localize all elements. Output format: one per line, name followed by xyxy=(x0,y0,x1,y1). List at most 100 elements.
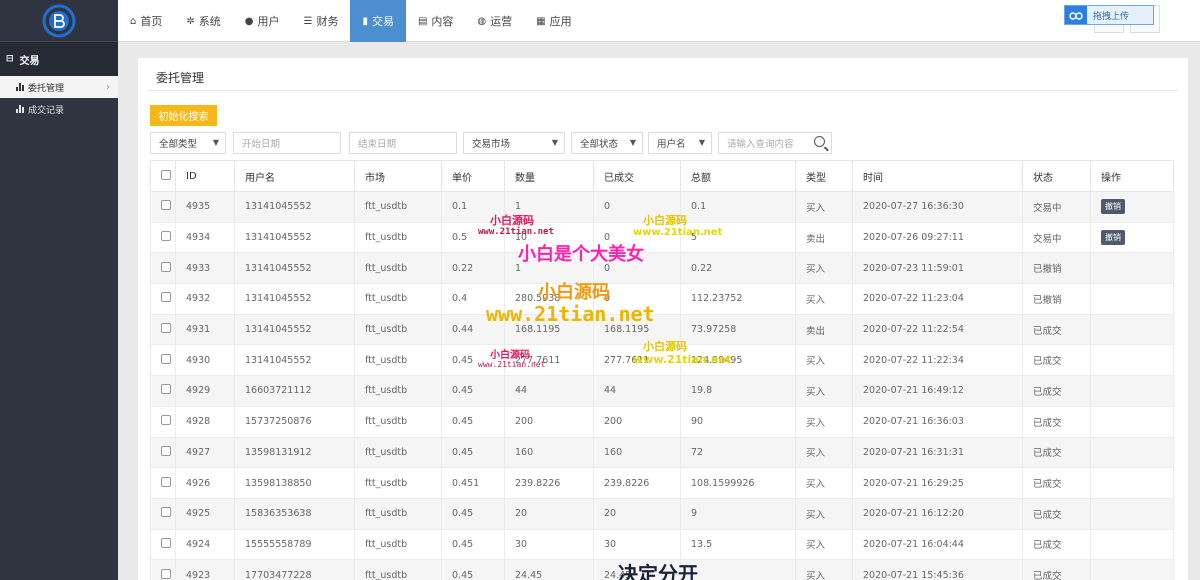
col-header[interactable]: 用户名 xyxy=(234,160,355,192)
row-select-cell[interactable] xyxy=(150,313,176,346)
col-header[interactable]: 总额 xyxy=(680,160,796,192)
cell-filled: 200 xyxy=(593,405,681,438)
select-all-cell[interactable] xyxy=(150,160,176,192)
row-checkbox[interactable] xyxy=(161,231,171,242)
row-checkbox[interactable] xyxy=(161,261,171,272)
cell-total: 0.22 xyxy=(680,252,796,285)
nav-trade[interactable]: ▮ 交易 xyxy=(350,0,406,42)
reset-search-button[interactable]: 初始化搜索 xyxy=(150,105,217,126)
bar-chart-icon: ▮ xyxy=(362,15,368,27)
cell-user: 13598138850 xyxy=(234,467,355,499)
cell-market: ftt_usdtb xyxy=(354,313,442,346)
nav-finance[interactable]: ☰ 财务 xyxy=(291,0,350,42)
cell-type: 卖出 xyxy=(795,221,853,254)
cell-type: 买入 xyxy=(795,283,853,315)
cell-market: ftt_usdtb xyxy=(354,191,442,223)
cell-time: 2020-07-21 15:45:36 xyxy=(852,559,1023,580)
field-select[interactable]: 用户名 ▼ xyxy=(648,132,712,154)
sidebar-item-orders[interactable]: 委托管理 › xyxy=(0,76,118,98)
col-header[interactable]: 已成交 xyxy=(593,160,681,192)
sidebar-section-trade[interactable]: ⊟ 交易 xyxy=(0,42,118,76)
row-select-cell[interactable] xyxy=(150,283,176,315)
watermark-text: 小白源码 xyxy=(538,282,610,303)
cancel-order-button[interactable]: 撤销 xyxy=(1101,230,1125,246)
search-icon[interactable] xyxy=(814,136,825,147)
row-select-cell[interactable] xyxy=(150,528,176,561)
upload-label: 拖拽上传 xyxy=(1093,11,1130,22)
row-checkbox[interactable] xyxy=(161,476,171,487)
table-row[interactable]: 4925 15836353638 ftt_usdtb 0.45 20 20 9 买入 2020-… xyxy=(150,497,1174,530)
row-checkbox[interactable] xyxy=(161,292,171,303)
select-all-checkbox[interactable] xyxy=(161,169,171,180)
row-select-cell[interactable] xyxy=(150,405,176,438)
row-select-cell[interactable] xyxy=(150,344,176,377)
nav-system[interactable]: ✲ 系统 xyxy=(174,0,232,42)
col-header[interactable]: 市场 xyxy=(354,160,442,192)
table-row[interactable]: 4933 13141045552 ftt_usdtb 0.22 1 0 0.22 买入 2020… xyxy=(150,252,1174,285)
col-header[interactable]: 类型 xyxy=(795,160,853,192)
col-header[interactable]: ID xyxy=(175,160,235,192)
row-checkbox[interactable] xyxy=(161,537,171,548)
cell-total: 19.8 xyxy=(680,375,796,407)
cell-status: 已成交 xyxy=(1022,375,1091,407)
row-select-cell[interactable] xyxy=(150,221,176,254)
col-header[interactable]: 数量 xyxy=(504,160,594,192)
cell-filled: 239.8226 xyxy=(593,467,681,499)
cancel-order-button[interactable]: 撤销 xyxy=(1101,199,1125,215)
col-header[interactable]: 单价 xyxy=(441,160,505,192)
cell-status: 已成交 xyxy=(1022,497,1091,530)
nav-apps[interactable]: ▦ 应用 xyxy=(524,0,583,42)
sidebar-item-deals[interactable]: 成交记录 xyxy=(0,98,118,120)
row-checkbox[interactable] xyxy=(161,415,171,426)
cell-market: ftt_usdtb xyxy=(354,528,442,561)
table-row[interactable]: 4927 13598131912 ftt_usdtb 0.45 160 160 72 买入 20… xyxy=(150,436,1174,469)
nav-home[interactable]: ⌂ 首页 xyxy=(118,0,174,42)
cell-id: 4928 xyxy=(175,405,235,438)
nav-content[interactable]: ▤ 内容 xyxy=(406,0,465,42)
cell-total: 0.1 xyxy=(680,191,796,223)
cell-action xyxy=(1090,467,1174,499)
market-select[interactable]: 交易市场 ▼ xyxy=(463,132,565,154)
table-row[interactable]: 4929 16603721112 ftt_usdtb 0.45 44 44 19.8 买入 20… xyxy=(150,375,1174,407)
table-row[interactable]: 4926 13598138850 ftt_usdtb 0.451 239.8226 239… xyxy=(150,467,1174,499)
row-checkbox[interactable] xyxy=(161,323,171,334)
cell-market: ftt_usdtb xyxy=(354,405,442,438)
upload-button[interactable]: 拖拽上传 xyxy=(1064,5,1154,25)
status-select[interactable]: 全部状态 ▼ xyxy=(571,132,643,154)
row-checkbox[interactable] xyxy=(161,445,171,456)
cell-action xyxy=(1090,313,1174,346)
row-select-cell[interactable] xyxy=(150,467,176,499)
start-date-input[interactable]: 开始日期 xyxy=(233,132,341,154)
row-checkbox[interactable] xyxy=(161,507,171,518)
row-checkbox[interactable] xyxy=(161,353,171,364)
cell-time: 2020-07-22 11:22:34 xyxy=(852,344,1023,377)
row-select-cell[interactable] xyxy=(150,497,176,530)
logo[interactable] xyxy=(0,0,118,42)
cell-total: 73.97258 xyxy=(680,313,796,346)
cell-user: 13141045552 xyxy=(234,283,355,315)
subtitle-text: 决定分开 xyxy=(618,562,698,580)
col-header[interactable]: 状态 xyxy=(1022,160,1091,192)
row-checkbox[interactable] xyxy=(161,200,171,211)
table-header-row: ID 用户名 市场 单价 数量 已成交 总额 类型 时间 状态 操作 xyxy=(150,160,1174,192)
type-select[interactable]: 全部类型 ▼ xyxy=(150,132,226,154)
cell-type: 买入 xyxy=(795,344,853,377)
table-row[interactable]: 4932 13141045552 ftt_usdtb 0.4 280.5938 0 112.… xyxy=(150,283,1174,315)
row-checkbox[interactable] xyxy=(161,384,171,395)
cell-id: 4925 xyxy=(175,497,235,530)
row-select-cell[interactable] xyxy=(150,559,176,580)
table-row[interactable]: 4928 15737250876 ftt_usdtb 0.45 200 200 90 买入 20… xyxy=(150,405,1174,438)
nav-user[interactable]: ● 用户 xyxy=(233,0,292,42)
search-input[interactable]: 请输入查询内容 xyxy=(718,132,832,154)
end-date-input[interactable]: 结束日期 xyxy=(349,132,457,154)
col-header[interactable]: 时间 xyxy=(852,160,1023,192)
cell-status: 已成交 xyxy=(1022,405,1091,438)
nav-operation[interactable]: ◍ 运营 xyxy=(465,0,524,42)
table-row[interactable]: 4924 15555558789 ftt_usdtb 0.45 30 30 13.5 买入 20… xyxy=(150,528,1174,561)
cell-market: ftt_usdtb xyxy=(354,436,442,469)
row-select-cell[interactable] xyxy=(150,375,176,407)
row-select-cell[interactable] xyxy=(150,436,176,469)
row-select-cell[interactable] xyxy=(150,191,176,223)
row-checkbox[interactable] xyxy=(161,568,171,579)
row-select-cell[interactable] xyxy=(150,252,176,285)
